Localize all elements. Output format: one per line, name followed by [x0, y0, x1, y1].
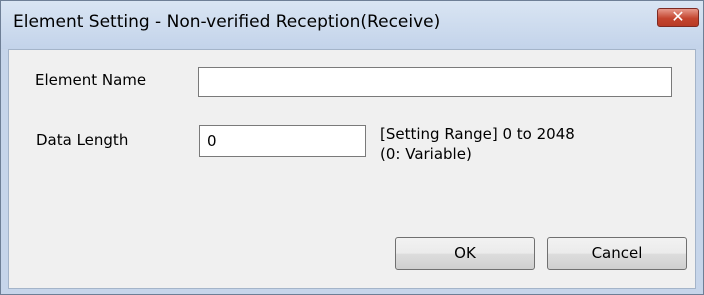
dialog-title: Element Setting - Non-verified Reception…: [13, 12, 441, 32]
cancel-button[interactable]: Cancel: [547, 237, 687, 270]
dialog-body: Element Name Data Length [Setting Range]…: [8, 49, 696, 289]
title-bar: Element Setting - Non-verified Reception…: [1, 1, 703, 49]
dialog-window: Element Setting - Non-verified Reception…: [0, 0, 704, 295]
element-name-field[interactable]: [198, 67, 672, 97]
setting-range-text: [Setting Range] 0 to 2048 (0: Variable): [380, 124, 575, 164]
element-name-label: Element Name: [35, 71, 147, 89]
data-length-field[interactable]: [199, 125, 366, 157]
setting-range-line: [Setting Range] 0 to 2048: [380, 125, 575, 143]
close-button[interactable]: ✕: [657, 7, 699, 27]
setting-range-note: (0: Variable): [380, 145, 472, 163]
close-icon: ✕: [671, 7, 685, 26]
data-length-label: Data Length: [36, 131, 129, 149]
ok-button[interactable]: OK: [395, 237, 535, 270]
